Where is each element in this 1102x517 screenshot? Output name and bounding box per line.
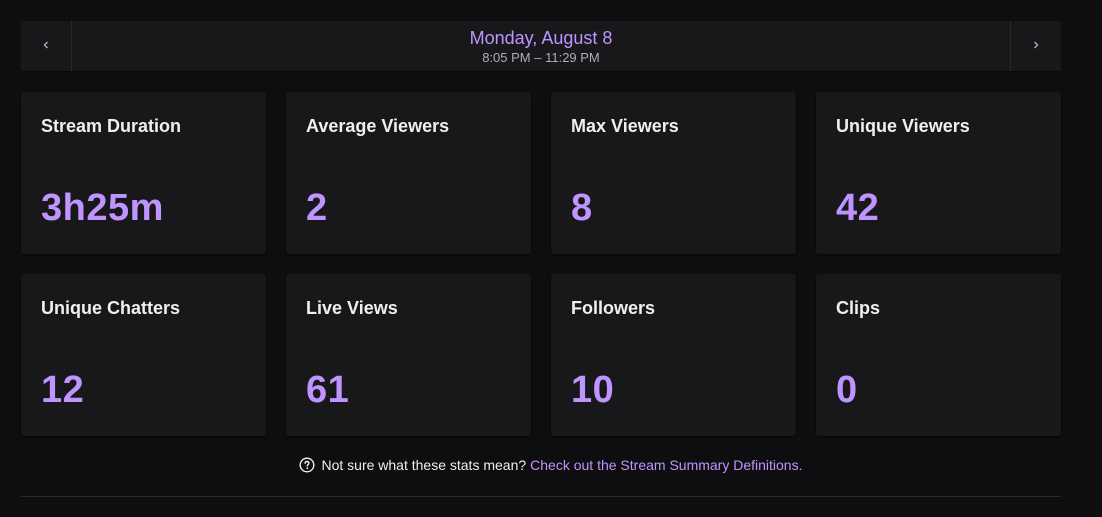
chevron-left-icon — [41, 37, 51, 55]
stat-card-max-viewers: Max Viewers 8 — [551, 92, 796, 254]
stat-label: Stream Duration — [41, 116, 182, 136]
stat-card-live-views: Live Views 61 — [286, 274, 531, 436]
stat-card-unique-viewers: Unique Viewers 42 — [816, 92, 1061, 254]
stat-label: Unique Viewers — [836, 116, 970, 136]
stat-card-stream-duration: Stream Duration 3h25m — [21, 92, 266, 254]
stream-date: Monday, August 8 — [469, 28, 613, 48]
stat-value: 10 — [571, 369, 615, 411]
chevron-right-icon — [1031, 37, 1041, 55]
stat-card-clips: Clips 0 — [816, 274, 1061, 436]
stat-card-followers: Followers 10 — [551, 274, 796, 436]
stat-label: Followers — [571, 298, 656, 318]
stat-value: 61 — [306, 369, 350, 411]
stats-help-line: Not sure what these stats mean? Check ou… — [0, 456, 1102, 474]
previous-stream-button[interactable] — [21, 21, 72, 71]
date-navigator: Monday, August 8 8:05 PM – 11:29 PM — [21, 21, 1061, 72]
stat-label: Clips — [836, 298, 881, 318]
stream-summary-definitions-link[interactable]: Check out the Stream Summary Definitions… — [530, 456, 802, 474]
stat-value: 42 — [836, 187, 880, 229]
stat-label: Unique Chatters — [41, 298, 181, 318]
stat-card-unique-chatters: Unique Chatters 12 — [21, 274, 266, 436]
next-stream-button[interactable] — [1010, 21, 1061, 71]
stat-value: 0 — [836, 369, 858, 411]
help-text: Not sure what these stats mean? — [321, 457, 527, 473]
stats-grid: Stream Duration 3h25m Average Viewers 2 … — [21, 92, 1061, 436]
stat-value: 8 — [571, 187, 593, 229]
section-divider — [21, 496, 1061, 497]
stat-label: Live Views — [306, 298, 398, 318]
stat-value: 3h25m — [41, 187, 164, 229]
stat-value: 12 — [41, 369, 85, 411]
stream-summary-page: Monday, August 8 8:05 PM – 11:29 PM Stre… — [0, 0, 1102, 517]
date-display: Monday, August 8 8:05 PM – 11:29 PM — [72, 21, 1010, 71]
stat-value: 2 — [306, 187, 328, 229]
stat-label: Average Viewers — [306, 116, 450, 136]
stream-time-range: 8:05 PM – 11:29 PM — [482, 50, 600, 65]
stat-card-average-viewers: Average Viewers 2 — [286, 92, 531, 254]
stat-label: Max Viewers — [571, 116, 679, 136]
question-circle-icon — [299, 457, 315, 473]
